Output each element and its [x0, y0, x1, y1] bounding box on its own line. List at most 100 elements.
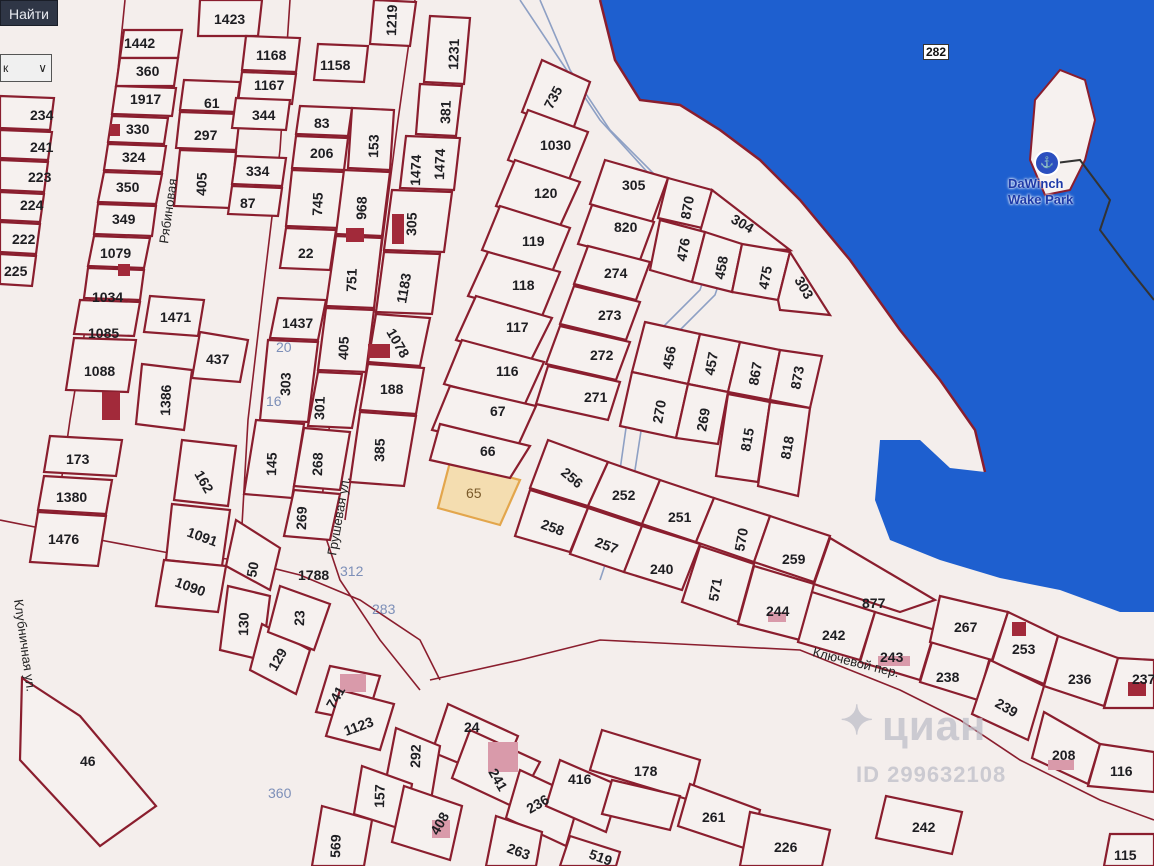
- plot-label: 67: [490, 403, 506, 419]
- plot-label: 145: [263, 452, 280, 476]
- plot-label: 1158: [320, 57, 351, 73]
- plot-label: 116: [496, 363, 519, 379]
- plot-label: 344: [252, 107, 276, 123]
- plot-label: 225: [4, 263, 28, 279]
- select-value: к: [3, 61, 9, 75]
- plot-label: 381: [437, 100, 454, 124]
- plot-label: 385: [371, 438, 388, 462]
- plot-label: 1079: [100, 245, 131, 261]
- plot-label: 334: [246, 163, 270, 179]
- plot-label: 1231: [445, 38, 462, 70]
- plot-label: 1471: [160, 309, 191, 325]
- plot-label: 87: [240, 195, 256, 211]
- plot-label: 305: [403, 212, 420, 236]
- svg-text:16: 16: [266, 393, 282, 409]
- plot-label: 242: [912, 819, 936, 835]
- plot-label: 751: [343, 268, 360, 292]
- plot-label: 240: [650, 561, 674, 577]
- plot-label: 269: [293, 506, 310, 530]
- plot-label: 274: [604, 265, 628, 281]
- plot-label: 153: [365, 134, 382, 158]
- find-button[interactable]: Найти: [0, 0, 58, 26]
- plot-label: 268: [309, 452, 326, 476]
- plot-label: 23: [291, 610, 308, 626]
- plot-label: 22: [298, 245, 314, 261]
- poi-label: DaWinch Wake Park: [1008, 176, 1074, 207]
- layer-select[interactable]: к ∨: [0, 54, 52, 82]
- plot-label: 271: [584, 389, 608, 405]
- plot-label: 324: [122, 149, 146, 165]
- plot-label: 116: [1110, 763, 1133, 779]
- plot-label: 968: [353, 196, 370, 220]
- plot-label: 292: [407, 744, 424, 768]
- plot-label: 252: [612, 487, 636, 503]
- plot-label: 253: [1012, 641, 1036, 657]
- plot-label: 305: [622, 177, 646, 193]
- plot-label: 1168: [256, 47, 287, 63]
- plot-label: 50: [243, 560, 261, 578]
- plot-label: 259: [782, 551, 806, 567]
- watermark-id: ID 299632108: [856, 762, 1007, 787]
- plot-label: 301: [311, 396, 328, 420]
- plot-label: 745: [309, 192, 326, 216]
- plot-label: 437: [206, 351, 230, 367]
- plot-label: 83: [314, 115, 330, 131]
- plot-label: 272: [590, 347, 614, 363]
- plot-label: 349: [112, 211, 136, 227]
- plot-label: 405: [335, 336, 352, 360]
- plot-label: 330: [126, 121, 150, 137]
- plot-label: 206: [310, 145, 334, 161]
- watermark-logo-icon: ✦: [840, 699, 874, 743]
- wake-park-icon: ⚓: [1034, 150, 1060, 176]
- plot-label: 1030: [540, 137, 571, 153]
- plot-label: 297: [194, 127, 218, 143]
- plot-label: 1917: [130, 91, 161, 107]
- plot-label: 820: [614, 219, 638, 235]
- plot-label: 267: [954, 619, 978, 635]
- plot-label-highlighted: 65: [466, 485, 482, 501]
- chevron-down-icon: ∨: [38, 61, 47, 75]
- plot-label: 877: [862, 595, 886, 611]
- plot-label: 120: [534, 185, 558, 201]
- plot-label: 238: [936, 669, 960, 685]
- plot-label: 1437: [282, 315, 313, 331]
- plot-label: 261: [702, 809, 726, 825]
- plot-label: 188: [380, 381, 404, 397]
- plot-label: 223: [28, 169, 52, 185]
- plot-label: 350: [116, 179, 140, 195]
- plot-label: 173: [66, 451, 90, 467]
- watermark-brand: циан: [882, 702, 987, 749]
- plot-label: 117: [506, 319, 529, 335]
- plot-label: 251: [668, 509, 692, 525]
- plot-label: 208: [1052, 747, 1076, 763]
- plot-label: 61: [204, 95, 220, 111]
- plot-label: 1474: [431, 148, 448, 180]
- plot-label: 1476: [48, 531, 79, 547]
- plot-label: 222: [12, 231, 36, 247]
- route-badge: 282: [923, 44, 950, 60]
- svg-text:360: 360: [268, 785, 292, 801]
- plot-label: 242: [822, 627, 846, 643]
- svg-text:283: 283: [372, 601, 396, 617]
- plot-label: 46: [80, 753, 96, 769]
- svg-text:312: 312: [340, 563, 364, 579]
- plot-label: 24: [464, 719, 480, 735]
- plot-label: 119: [522, 233, 545, 249]
- plot-label: 1474: [407, 154, 424, 186]
- plot-label: 1219: [383, 4, 400, 36]
- plot-label: 1380: [56, 489, 87, 505]
- plot-label: 130: [235, 612, 252, 636]
- plot-label: 118: [512, 277, 535, 293]
- plot-label: 66: [480, 443, 496, 459]
- plot-label: 236: [1068, 671, 1092, 687]
- plot-label: 1788: [298, 567, 329, 583]
- plot-label: 569: [327, 834, 344, 858]
- plot-label: 244: [766, 603, 790, 619]
- plot-label: 241: [30, 139, 54, 155]
- plot-label: 1423: [214, 11, 245, 27]
- plot-label: 1167: [254, 77, 285, 93]
- plot-label: 115: [1114, 847, 1137, 863]
- plot-label: 1442: [124, 35, 155, 51]
- plot-label: 273: [598, 307, 622, 323]
- plot-label: 405: [193, 172, 210, 196]
